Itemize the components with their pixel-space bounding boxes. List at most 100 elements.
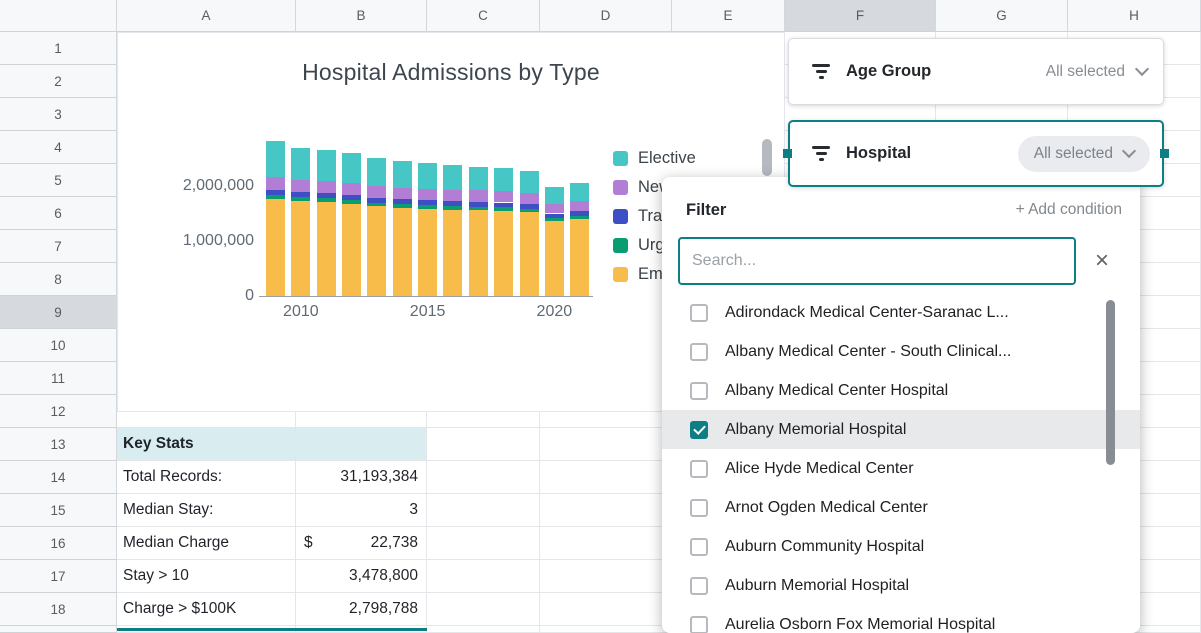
checkbox-unchecked[interactable]	[690, 499, 708, 517]
cell-C13[interactable]	[427, 428, 540, 461]
cell-D18[interactable]	[540, 593, 672, 626]
bar-2021-trauma[interactable]	[570, 211, 589, 216]
bar-2011-elective[interactable]	[317, 150, 336, 181]
chart-scrollbar[interactable]	[762, 139, 772, 176]
filter-option[interactable]: Aurelia Osborn Fox Memorial Hospital	[662, 605, 1140, 633]
stat-label-A15[interactable]: Median Stay:	[117, 494, 296, 527]
filter-option[interactable]: Auburn Memorial Hospital	[662, 566, 1140, 605]
key-stats-header-A13[interactable]: Key Stats	[117, 428, 296, 461]
checkbox-unchecked[interactable]	[690, 382, 708, 400]
filter-option[interactable]: Adirondack Medical Center-Saranac L...	[662, 293, 1140, 332]
cell-C17[interactable]	[427, 560, 540, 593]
bar-2017-newborn[interactable]	[469, 190, 488, 201]
cell-D17[interactable]	[540, 560, 672, 593]
slicer-hospital[interactable]: Hospital All selected	[788, 120, 1164, 187]
cell-C14[interactable]	[427, 461, 540, 494]
row-header-10[interactable]: 10	[0, 329, 117, 362]
bar-2010-urgent[interactable]	[291, 197, 310, 201]
bar-2016-newborn[interactable]	[443, 190, 462, 202]
checkbox-unchecked[interactable]	[690, 343, 708, 361]
stat-value-B14[interactable]: 31,193,384	[296, 461, 427, 494]
bar-2019-urgent[interactable]	[520, 209, 539, 213]
bar-2015-newborn[interactable]	[418, 189, 437, 201]
bar-2012-urgent[interactable]	[342, 200, 361, 204]
bar-2017-trauma[interactable]	[469, 202, 488, 207]
bar-2010-elective[interactable]	[291, 148, 310, 180]
checkbox-unchecked[interactable]	[690, 577, 708, 595]
bar-2009-trauma[interactable]	[266, 190, 285, 195]
cell-C18[interactable]	[427, 593, 540, 626]
checkbox-unchecked[interactable]	[690, 616, 708, 633]
bar-2014-trauma[interactable]	[393, 199, 412, 204]
bar-2017-urgent[interactable]	[469, 207, 488, 211]
row-header-13[interactable]: 13	[0, 428, 117, 461]
bar-2018-elective[interactable]	[494, 168, 513, 191]
bar-2019-emergency[interactable]	[520, 212, 539, 296]
bar-2011-trauma[interactable]	[317, 193, 336, 198]
row-header-3[interactable]: 3	[0, 98, 117, 131]
checkbox-checked[interactable]	[690, 421, 708, 439]
bar-2016-trauma[interactable]	[443, 201, 462, 206]
row-header-9[interactable]: 9	[0, 296, 117, 329]
bar-2018-newborn[interactable]	[494, 191, 513, 202]
bar-2011-emergency[interactable]	[317, 202, 336, 296]
bar-2021-urgent[interactable]	[570, 216, 589, 219]
row-header-14[interactable]: 14	[0, 461, 117, 494]
row-header-7[interactable]: 7	[0, 230, 117, 263]
list-scrollbar-thumb[interactable]	[1106, 300, 1115, 465]
bar-2011-newborn[interactable]	[317, 181, 336, 194]
stat-label-A18[interactable]: Charge > $100K	[117, 593, 296, 626]
checkbox-unchecked[interactable]	[690, 538, 708, 556]
row-header-5[interactable]: 5	[0, 164, 117, 197]
bar-2014-elective[interactable]	[393, 161, 412, 187]
slicer-age-group[interactable]: Age Group All selected	[788, 38, 1164, 105]
filter-option[interactable]: Alice Hyde Medical Center	[662, 449, 1140, 488]
bar-2020-urgent[interactable]	[545, 218, 564, 221]
bar-2013-emergency[interactable]	[367, 206, 386, 296]
filter-option[interactable]: Albany Medical Center Hospital	[662, 371, 1140, 410]
row-header-18[interactable]: 18	[0, 593, 117, 626]
bar-2010-emergency[interactable]	[291, 201, 310, 296]
bar-2018-trauma[interactable]	[494, 203, 513, 208]
corner-cell[interactable]	[0, 0, 117, 32]
bar-2014-emergency[interactable]	[393, 208, 412, 296]
stat-value-B15[interactable]: 3	[296, 494, 427, 527]
filter-option[interactable]: Arnot Ogden Medical Center	[662, 488, 1140, 527]
legend-item-elective[interactable]: Elective	[613, 149, 696, 168]
cell-D16[interactable]	[540, 527, 672, 560]
bar-2012-emergency[interactable]	[342, 204, 361, 296]
bar-2021-newborn[interactable]	[570, 201, 589, 211]
filter-option[interactable]: Albany Medical Center - South Clinical..…	[662, 332, 1140, 371]
stat-label-A17[interactable]: Stay > 10	[117, 560, 296, 593]
bar-2019-elective[interactable]	[520, 171, 539, 193]
bar-2010-newborn[interactable]	[291, 180, 310, 193]
bar-2016-emergency[interactable]	[443, 210, 462, 296]
cell-D14[interactable]	[540, 461, 672, 494]
column-header-G[interactable]: G	[936, 0, 1068, 32]
bar-2017-emergency[interactable]	[469, 210, 488, 296]
stat-label-A14[interactable]: Total Records:	[117, 461, 296, 494]
row-header-17[interactable]: 17	[0, 560, 117, 593]
row-header-8[interactable]: 8	[0, 263, 117, 296]
bar-2014-urgent[interactable]	[393, 204, 412, 208]
column-header-E[interactable]: E	[672, 0, 785, 32]
bar-2019-trauma[interactable]	[520, 204, 539, 209]
column-header-B[interactable]: B	[296, 0, 427, 32]
slicer-value-dropdown[interactable]: All selected	[1046, 63, 1147, 81]
bar-2013-trauma[interactable]	[367, 198, 386, 203]
cell-D15[interactable]	[540, 494, 672, 527]
filter-option[interactable]: Auburn Community Hospital	[662, 527, 1140, 566]
row-header-15[interactable]: 15	[0, 494, 117, 527]
column-header-D[interactable]: D	[540, 0, 672, 32]
bar-2009-elective[interactable]	[266, 141, 285, 178]
search-input[interactable]	[678, 237, 1076, 285]
bar-2020-trauma[interactable]	[545, 214, 564, 218]
column-header-F[interactable]: F	[785, 0, 936, 32]
selection-handle-left[interactable]	[783, 149, 792, 158]
bar-2009-emergency[interactable]	[266, 199, 285, 296]
bar-2014-newborn[interactable]	[393, 188, 412, 200]
column-header-C[interactable]: C	[427, 0, 540, 32]
filter-option[interactable]: Albany Memorial Hospital	[662, 410, 1140, 449]
bar-2009-urgent[interactable]	[266, 195, 285, 199]
selection-handle-right[interactable]	[1160, 149, 1169, 158]
